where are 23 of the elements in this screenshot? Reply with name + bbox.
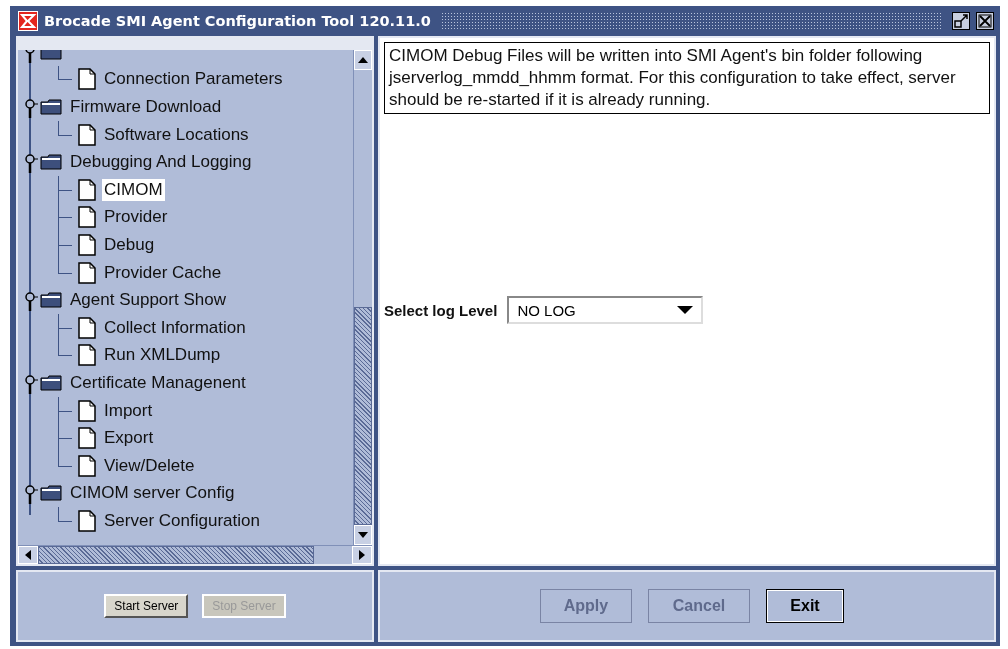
log-level-dropdown[interactable]: NO LOG bbox=[507, 296, 704, 324]
tree-item[interactable]: Provider Cache bbox=[102, 261, 224, 284]
tree-item[interactable]: Server Configuration bbox=[102, 509, 262, 532]
tree-item[interactable]: Import bbox=[102, 399, 155, 422]
tree-item[interactable]: Export bbox=[102, 427, 156, 450]
tree-item[interactable]: View/Delete bbox=[102, 454, 197, 477]
tree-folder-label[interactable]: Firmware Download bbox=[68, 96, 224, 118]
action-button[interactable]: Exit bbox=[766, 589, 844, 623]
tree-item[interactable]: Provider bbox=[102, 206, 170, 229]
tree-item[interactable]: Debug bbox=[102, 233, 157, 256]
window-title: Brocade SMI Agent Configuration Tool 120.11.0 bbox=[44, 13, 431, 29]
tree-folder-label[interactable]: CIMOM server Config bbox=[68, 482, 237, 505]
tree-item[interactable]: Run XMLDump bbox=[102, 344, 223, 367]
tree-item[interactable]: Software Locations bbox=[102, 123, 251, 146]
tree-folder-label[interactable]: Debugging And Logging bbox=[68, 151, 254, 174]
tree-item[interactable]: CIMOM bbox=[102, 178, 165, 201]
tree-folder-label[interactable]: Certificate Managenent bbox=[68, 371, 248, 394]
tree-item[interactable]: Collect Information bbox=[102, 316, 248, 339]
description-text: CIMOM Debug Files will be written into SMI Agent's bin folder following jserverlog_mmdd_hhmm format. For this configuration to take effect, server should be re-started if it is already running. bbox=[384, 42, 990, 114]
tree-item[interactable]: Connection Parameters bbox=[102, 68, 285, 91]
server-button[interactable]: Start Server bbox=[104, 594, 189, 618]
log-level-label: Select log Level bbox=[384, 301, 498, 319]
tree-folder-label[interactable]: Agent Support Show bbox=[68, 289, 228, 312]
